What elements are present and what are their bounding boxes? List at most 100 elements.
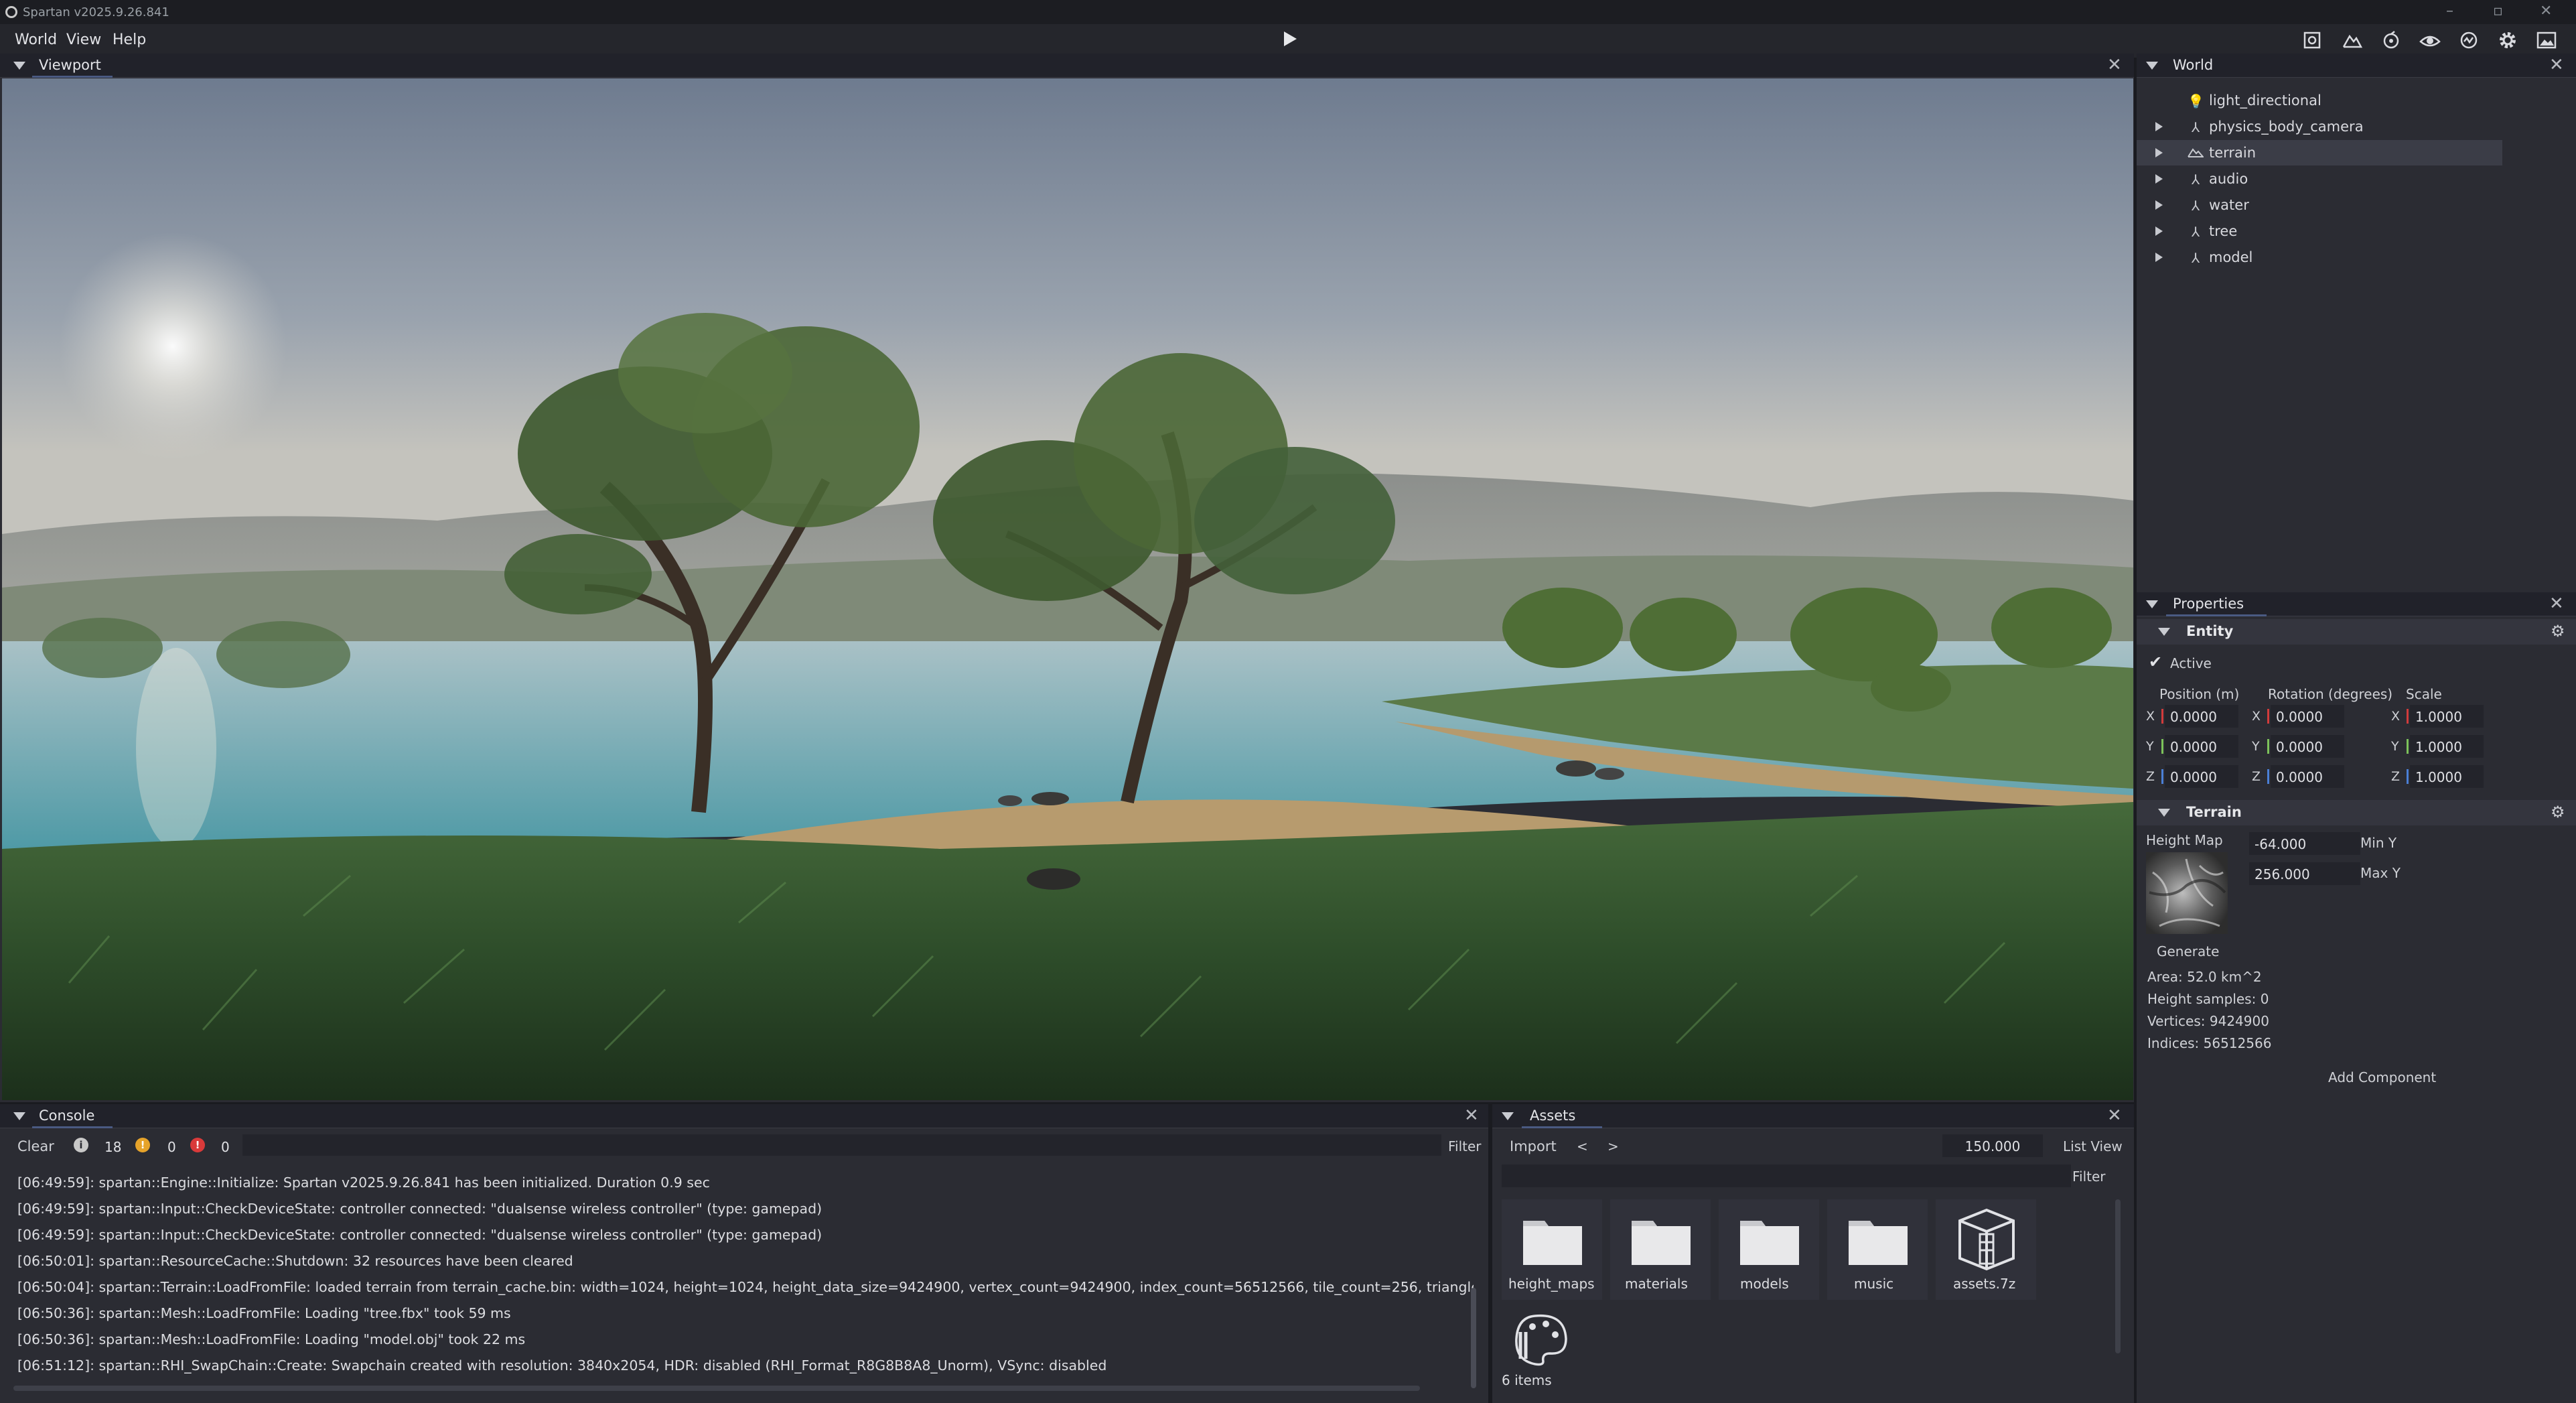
assets-filter-input[interactable] <box>1502 1164 2071 1187</box>
collapse-triangle-icon[interactable] <box>2158 628 2170 636</box>
expand-arrow-icon[interactable] <box>2155 148 2163 157</box>
asset-palette-item[interactable] <box>1502 1312 1567 1369</box>
console-scrollbar[interactable] <box>1471 1288 1476 1388</box>
list-view-button[interactable]: List View <box>2063 1138 2123 1154</box>
viewport-title: Viewport <box>39 57 101 73</box>
close-window-button[interactable]: ✕ <box>2540 3 2552 19</box>
expand-arrow-icon[interactable] <box>2155 200 2163 210</box>
profiler-icon[interactable] <box>2457 28 2481 52</box>
max-y-field[interactable]: 256.000 <box>2249 862 2360 885</box>
axis-x-color <box>2407 709 2409 724</box>
axis-y-color <box>2161 739 2163 754</box>
expand-arrow-icon[interactable] <box>2155 174 2163 184</box>
terrain-icon[interactable] <box>2340 28 2364 52</box>
asset-folder-music[interactable]: music <box>1827 1199 1928 1300</box>
terrain-icon <box>2188 145 2205 162</box>
settings-icon[interactable] <box>2496 28 2520 52</box>
generate-button[interactable]: Generate <box>2157 943 2219 959</box>
console-log[interactable]: [06:49:59]: spartan::Engine::Initialize:… <box>0 1171 1474 1396</box>
properties-close-button[interactable]: ✕ <box>2549 594 2564 614</box>
asset-archive-7z[interactable]: assets.7z <box>1936 1199 2036 1300</box>
axis-y-label: Y <box>2252 739 2260 754</box>
world-close-button[interactable]: ✕ <box>2549 55 2564 75</box>
menu-world[interactable]: World <box>15 31 57 48</box>
collapse-triangle-icon[interactable] <box>2146 62 2158 70</box>
tree-item-light-directional[interactable]: 💡 light_directional <box>2137 88 2502 113</box>
minimize-button[interactable]: – <box>2446 3 2453 19</box>
rotation-z-field[interactable]: 0.0000 <box>2271 765 2344 788</box>
tree-item-audio[interactable]: ⅄ audio <box>2137 166 2502 192</box>
maximize-button[interactable]: ▫ <box>2493 3 2503 19</box>
expand-arrow-icon[interactable] <box>2155 226 2163 236</box>
scale-z-field[interactable]: 1.0000 <box>2410 765 2484 788</box>
log-line: [06:50:36]: spartan::Mesh::LoadFromFile:… <box>17 1305 511 1321</box>
menu-view[interactable]: View <box>66 31 101 48</box>
console-close-button[interactable]: ✕ <box>1464 1106 1479 1126</box>
axis-z-color <box>2267 769 2269 784</box>
height-map-thumbnail[interactable] <box>2146 852 2228 934</box>
info-filter-icon[interactable]: i <box>74 1138 88 1152</box>
asset-folder-height-maps[interactable]: height_maps <box>1502 1199 1602 1300</box>
screenshot-icon[interactable] <box>2300 28 2324 52</box>
rotation-x-field[interactable]: 0.0000 <box>2271 705 2344 728</box>
tree-item-label: physics_body_camera <box>2209 119 2364 135</box>
folder-icon <box>1740 1221 1799 1265</box>
entity-settings-gear-icon[interactable]: ⚙ <box>2551 622 2565 641</box>
physics-icon[interactable] <box>2379 28 2403 52</box>
axis-x-label: X <box>2146 709 2155 724</box>
scene-viewport[interactable] <box>2 78 2133 1100</box>
position-label: Position (m) <box>2159 686 2240 702</box>
image-icon[interactable] <box>2534 28 2559 52</box>
collapse-triangle-icon[interactable] <box>2146 600 2158 608</box>
menu-help[interactable]: Help <box>113 31 146 48</box>
viewport-close-button[interactable]: ✕ <box>2107 55 2122 75</box>
active-checkbox[interactable]: ✔ <box>2149 653 2162 671</box>
collapse-triangle-icon[interactable] <box>2158 809 2170 817</box>
scale-y-field[interactable]: 1.0000 <box>2410 735 2484 758</box>
log-line: [06:50:36]: spartan::Mesh::LoadFromFile:… <box>17 1331 526 1347</box>
collapse-triangle-icon[interactable] <box>1502 1112 1514 1120</box>
assets-close-button[interactable]: ✕ <box>2107 1106 2122 1126</box>
tree-item-model[interactable]: ⅄ model <box>2137 245 2502 270</box>
entity-section-header[interactable]: Entity ⚙ <box>2137 619 2576 645</box>
asset-folder-materials[interactable]: materials <box>1610 1199 1711 1300</box>
visibility-icon[interactable] <box>2418 28 2442 52</box>
collapse-triangle-icon[interactable] <box>13 62 25 70</box>
scale-label: Scale <box>2406 686 2442 702</box>
console-clear-button[interactable]: Clear <box>17 1138 54 1154</box>
expand-arrow-icon[interactable] <box>2155 253 2163 262</box>
forward-button[interactable]: > <box>1607 1138 1619 1154</box>
console-filter-input[interactable] <box>242 1134 1441 1156</box>
console-horizontal-scrollbar[interactable] <box>13 1386 1420 1391</box>
expand-arrow-icon[interactable] <box>2155 122 2163 131</box>
collapse-triangle-icon[interactable] <box>13 1112 25 1120</box>
add-component-button[interactable]: Add Component <box>2328 1069 2436 1085</box>
position-x-field[interactable]: 0.0000 <box>2165 705 2238 728</box>
position-y-field[interactable]: 0.0000 <box>2165 735 2238 758</box>
scale-x-field[interactable]: 1.0000 <box>2410 705 2484 728</box>
asset-folder-models[interactable]: models <box>1719 1199 1819 1300</box>
tree-item-terrain[interactable]: terrain <box>2137 140 2502 165</box>
entity-tree: 💡 light_directional ⅄ physics_body_camer… <box>2137 78 2576 593</box>
axis-z-color <box>2407 769 2409 784</box>
console-title: Console <box>39 1108 95 1124</box>
import-button[interactable]: Import <box>1510 1138 1557 1154</box>
terrain-section-header[interactable]: Terrain ⚙ <box>2137 800 2576 825</box>
terrain-settings-gear-icon[interactable]: ⚙ <box>2551 803 2565 821</box>
min-y-field[interactable]: -64.000 <box>2249 832 2360 855</box>
light-bulb-icon: 💡 <box>2188 93 2204 109</box>
tree-item-tree[interactable]: ⅄ tree <box>2137 218 2502 244</box>
assets-scrollbar[interactable] <box>2115 1199 2121 1353</box>
scene-render[interactable] <box>2 78 2133 1100</box>
thumbnail-size-field[interactable]: 150.000 <box>1942 1134 2043 1157</box>
error-filter-icon[interactable]: ! <box>190 1138 205 1152</box>
play-button[interactable] <box>1278 27 1302 51</box>
rotation-y-field[interactable]: 0.0000 <box>2271 735 2344 758</box>
tree-item-water[interactable]: ⅄ water <box>2137 192 2502 218</box>
axis-z-label: Z <box>2391 769 2401 784</box>
warning-filter-icon[interactable]: ! <box>135 1138 150 1152</box>
back-button[interactable]: < <box>1577 1138 1588 1154</box>
position-z-field[interactable]: 0.0000 <box>2165 765 2238 788</box>
tree-item-physics-body-camera[interactable]: ⅄ physics_body_camera <box>2137 114 2502 139</box>
height-map-label: Height Map <box>2146 832 2223 848</box>
